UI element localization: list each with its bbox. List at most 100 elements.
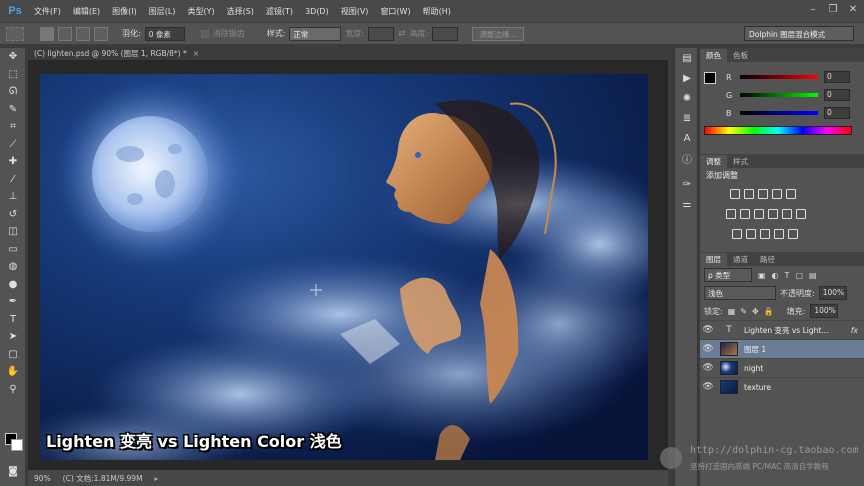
gradient-tool-icon[interactable]: ▭ [0, 241, 26, 259]
filter-type-icon[interactable]: T [785, 271, 790, 280]
hue-saturation-icon[interactable] [726, 209, 736, 219]
eyedropper-tool-icon[interactable]: ⟋ [0, 136, 26, 154]
threshold-icon[interactable] [760, 229, 770, 239]
type-tool-icon[interactable]: T [0, 311, 26, 329]
background-color-swatch[interactable] [11, 439, 23, 451]
healing-tool-icon[interactable]: ✚ [0, 153, 26, 171]
tool-presets-icon[interactable]: ✑ [675, 174, 699, 194]
marquee-tool-icon[interactable]: ⬚ [0, 66, 26, 84]
tab-swatches[interactable]: 色板 [727, 49, 754, 62]
intersect-selection-icon[interactable] [94, 26, 108, 41]
height-input[interactable] [432, 26, 459, 41]
document-canvas[interactable]: Lighten 变亮 vs Lighten Color 浅色 [40, 74, 648, 460]
tab-paths[interactable]: 路径 [754, 253, 781, 266]
menu-window[interactable]: 窗口(W) [374, 6, 416, 17]
posterize-icon[interactable] [746, 229, 756, 239]
black-white-icon[interactable] [754, 209, 764, 219]
history-brush-icon[interactable]: ↺ [0, 206, 26, 224]
tab-adjustments[interactable]: 调整 [700, 155, 727, 168]
menu-image[interactable]: 图像(I) [106, 6, 143, 17]
filter-shape-icon[interactable]: ▢ [795, 271, 803, 280]
blur-tool-icon[interactable]: ◍ [0, 258, 26, 276]
character-icon[interactable]: A [675, 128, 699, 148]
menu-file[interactable]: 文件(F) [28, 6, 67, 17]
brightness-icon[interactable] [730, 189, 740, 199]
lasso-tool-icon[interactable]: ᘏ [0, 83, 26, 101]
actions-icon[interactable]: ▶ [675, 68, 699, 88]
lock-position-icon[interactable]: ✥ [752, 307, 759, 316]
lock-all-icon[interactable]: 🔒 [764, 307, 774, 316]
menu-filter[interactable]: 滤镜(T) [260, 6, 299, 17]
color-balance-icon[interactable] [740, 209, 750, 219]
layer-row-night[interactable]: 👁 night [700, 358, 864, 377]
brush-presets-icon[interactable]: ≣ [675, 108, 699, 128]
document-tab[interactable]: (C) lighten.psd @ 90% (图层 1, RGB/8*) * × [28, 46, 199, 60]
tab-channels[interactable]: 通道 [727, 253, 754, 266]
fx-icon[interactable]: fx [851, 326, 858, 335]
hand-tool-icon[interactable]: ✋ [0, 363, 26, 381]
visibility-eye-icon[interactable]: 👁 [700, 382, 716, 392]
filter-pixel-icon[interactable]: ▣ [758, 271, 766, 280]
path-select-tool-icon[interactable]: ➤ [0, 328, 26, 346]
doc-info[interactable]: (C) 文档:1.81M/9.99M [63, 473, 143, 484]
dodge-tool-icon[interactable]: ● [0, 276, 26, 294]
add-selection-icon[interactable] [58, 26, 72, 41]
antialias-checkbox[interactable] [200, 29, 209, 38]
green-value[interactable]: 0 [824, 89, 850, 101]
quick-select-tool-icon[interactable]: ✎ [0, 101, 26, 119]
info-icon[interactable]: ⓘ [675, 148, 699, 168]
new-selection-icon[interactable] [40, 26, 54, 41]
stamp-tool-icon[interactable]: ⊥ [0, 188, 26, 206]
zoom-level[interactable]: 90% [34, 474, 51, 483]
marquee-tool-preset-icon[interactable] [6, 26, 24, 41]
red-value[interactable]: 0 [824, 71, 850, 83]
swap-icon[interactable]: ⇄ [398, 29, 406, 39]
menu-help[interactable]: 帮助(H) [417, 6, 457, 17]
opacity-input[interactable]: 100% [818, 286, 847, 300]
quick-mask-icon[interactable]: ◙ [0, 463, 26, 481]
vibrance-icon[interactable] [786, 189, 796, 199]
properties-icon[interactable]: ⚌ [675, 194, 699, 214]
menu-edit[interactable]: 编辑(E) [67, 6, 106, 17]
zoom-tool-icon[interactable]: ⚲ [0, 381, 26, 399]
menu-3d[interactable]: 3D(D) [299, 7, 335, 16]
green-slider[interactable] [740, 93, 818, 97]
invert-icon[interactable] [732, 229, 742, 239]
visibility-eye-icon[interactable]: 👁 [700, 325, 716, 335]
refine-edge-button[interactable]: 调整边缘... [472, 26, 524, 41]
layer-filter-select[interactable]: ρ 类型 [704, 268, 752, 282]
menu-type[interactable]: 类型(Y) [181, 6, 220, 17]
shape-tool-icon[interactable]: ▢ [0, 346, 26, 364]
fill-input[interactable]: 100% [810, 304, 839, 318]
channel-mixer-icon[interactable] [782, 209, 792, 219]
restore-icon[interactable]: ❐ [826, 3, 840, 15]
visibility-eye-icon[interactable]: 👁 [700, 363, 716, 373]
visibility-eye-icon[interactable]: 👁 [700, 344, 716, 354]
filter-adjust-icon[interactable]: ◐ [772, 271, 779, 280]
levels-icon[interactable] [744, 189, 754, 199]
tab-layers[interactable]: 图层 [700, 253, 727, 266]
lock-transparent-icon[interactable]: ▦ [728, 307, 736, 316]
blue-value[interactable]: 0 [824, 107, 850, 119]
color-spectrum[interactable] [704, 126, 852, 135]
eraser-tool-icon[interactable]: ◫ [0, 223, 26, 241]
gradient-map-icon[interactable] [774, 229, 784, 239]
menu-view[interactable]: 视图(V) [335, 6, 375, 17]
style-select[interactable]: 正常 [289, 26, 342, 41]
layer-row-texture[interactable]: 👁 texture [700, 377, 864, 396]
pen-tool-icon[interactable]: ✒ [0, 293, 26, 311]
blue-slider[interactable] [740, 111, 818, 115]
workspace-select[interactable]: Dolphin 图层混合模式 [744, 26, 854, 41]
layer-row-text[interactable]: 👁 T Lighten 变亮 vs Light... fx [700, 320, 864, 339]
tab-color[interactable]: 颜色 [700, 49, 727, 62]
blend-mode-select[interactable]: 浅色 [704, 286, 776, 300]
history-icon[interactable]: ▤ [675, 48, 699, 68]
color-lookup-icon[interactable] [796, 209, 806, 219]
curves-icon[interactable] [758, 189, 768, 199]
feather-input[interactable]: 0 像素 [144, 26, 185, 41]
selective-color-icon[interactable] [788, 229, 798, 239]
minimize-icon[interactable]: – [806, 3, 820, 15]
filter-smart-icon[interactable]: ▤ [809, 271, 817, 280]
layer-row-image[interactable]: 👁 图层 1 [700, 339, 864, 358]
width-input[interactable] [368, 26, 395, 41]
